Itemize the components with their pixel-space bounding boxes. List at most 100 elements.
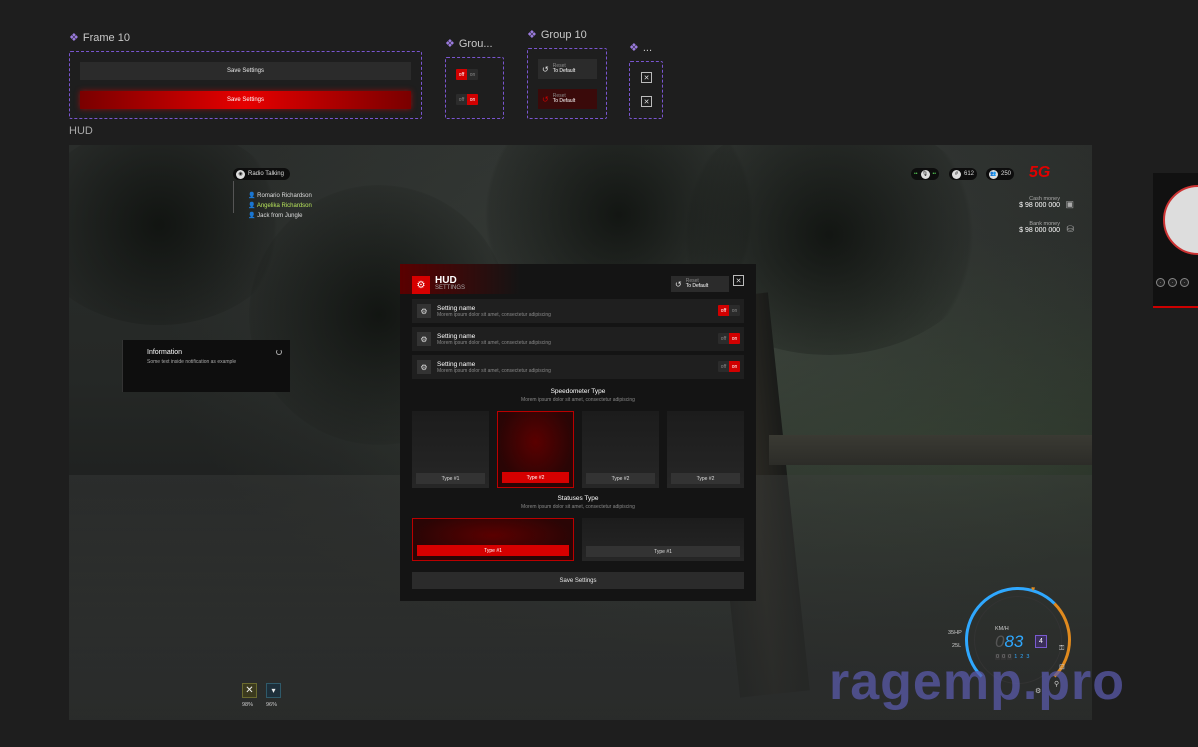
hunger-value: 98% — [242, 702, 254, 708]
toggle-on-label: on — [467, 94, 478, 105]
toggle-off-label: off — [720, 363, 727, 370]
mic-pill: •• 🎙 •• — [911, 168, 940, 180]
toggle-off-label: off — [720, 335, 727, 342]
group10-title-text: Group 10 — [540, 28, 587, 41]
panel-subtitle: SETTINGS — [435, 285, 466, 291]
cash-value: $ 98 000 000 — [1019, 202, 1060, 209]
radio-member-name: Romario Richardson — [257, 193, 312, 199]
setting-row: ⚙ Setting name Morem ipsum dolor sit amet… — [412, 299, 744, 323]
hud-frame-label: HUD — [69, 125, 93, 137]
close-icon[interactable]: ✕ — [641, 72, 652, 83]
setting-name: Setting name — [437, 304, 476, 312]
speedometer-type-card[interactable]: Type #1 — [412, 411, 489, 488]
players-value: 250 — [1001, 171, 1012, 177]
thirst-value: 96% — [266, 702, 278, 708]
gear-icon: ⚙ — [417, 360, 431, 374]
statuses-type-card-selected[interactable]: Type #1 — [412, 518, 574, 561]
close-group-title-text: ... — [642, 41, 653, 54]
speed-readout: 083 — [995, 632, 1023, 652]
component-icon: ❖ — [527, 29, 537, 41]
loading-spinner-icon — [276, 349, 282, 355]
save-settings-button-active[interactable]: Save Settings — [80, 91, 411, 109]
signal-icon: •• — [914, 171, 918, 177]
speedometer-type-card[interactable]: Type #2 — [582, 411, 659, 488]
frame10-title: ❖ Frame 10 — [69, 31, 130, 45]
component-icon: ❖ — [69, 32, 79, 44]
setting-toggle[interactable]: off on — [718, 305, 740, 316]
reset-line2: To Default — [552, 98, 576, 104]
minimap — [1163, 185, 1198, 255]
cup-icon: ▾ — [266, 683, 281, 698]
watermark: ragemp.pro — [829, 653, 1126, 711]
card-label: Type #2 — [671, 473, 740, 484]
mic-icon: 🎙 — [920, 169, 930, 179]
bank-icon: ⛁ — [1066, 224, 1074, 234]
radio-member: 👤 Romario Richardson — [248, 191, 312, 201]
speedometer-type-card[interactable]: Type #2 — [667, 411, 744, 488]
statuses-type-desc: Morem ipsum dolor sit amet, consectetur … — [521, 504, 635, 510]
players-pill: 👥 250 — [986, 168, 1015, 180]
settings-gear-icon: ⚙ — [412, 276, 430, 294]
speedometer-type-card-selected[interactable]: Type #2 — [497, 411, 574, 488]
radio-title: Radio Talking — [248, 171, 284, 177]
toggle-on-label: on — [729, 361, 740, 372]
radio-member: 👤 Jack from Jungle — [248, 211, 312, 221]
id-pill: #612 — [949, 168, 978, 180]
minimap-buttons: · · · — [1156, 278, 1189, 287]
group10-title: ❖ Group 10 — [527, 28, 587, 42]
minimap-button-icon[interactable]: · — [1168, 278, 1177, 287]
panel-save-settings-button[interactable]: Save Settings — [412, 572, 744, 589]
close-icon[interactable]: ✕ — [641, 96, 652, 107]
setting-toggle[interactable]: off on — [718, 361, 740, 372]
user-icon: 👤 — [248, 193, 256, 199]
save-settings-button[interactable]: Save Settings — [80, 62, 411, 80]
reset-default-button[interactable]: ↺ Reset To Default — [538, 59, 597, 79]
setting-toggle[interactable]: off on — [718, 333, 740, 344]
panel-reset-button[interactable]: ↺ Reset To Default — [671, 276, 729, 292]
frame10-title-text: Frame 10 — [82, 31, 130, 44]
card-label: Type #1 — [416, 473, 485, 484]
setting-desc: Morem ipsum dolor sit amet, consectetur … — [437, 367, 551, 374]
toggle-group-title: ❖ Grou... — [445, 37, 493, 51]
minimap-button-icon[interactable]: · — [1156, 278, 1165, 287]
statuses-type-card[interactable]: Type #1 — [582, 518, 744, 561]
reset-icon: ↺ — [675, 279, 682, 289]
minimap-button-icon[interactable]: · — [1180, 278, 1189, 287]
notification: Information Some text inside notificatio… — [122, 340, 290, 392]
component-icon: ❖ — [629, 42, 639, 54]
toggle-on-label: on — [729, 333, 740, 344]
stone-wall — [769, 435, 1092, 465]
radio-pill: ◉ Radio Talking — [233, 168, 290, 180]
wallet-icon: ▣ — [1065, 199, 1074, 209]
panel-close-icon[interactable]: ✕ — [733, 275, 744, 286]
toggle-on[interactable]: off on — [456, 94, 478, 105]
toggle-off[interactable]: off on — [456, 69, 478, 80]
card-label: Type #2 — [586, 473, 655, 484]
setting-name: Setting name — [437, 332, 476, 340]
hud-scene: ◉ Radio Talking 👤 Romario Richardson 👤 A… — [69, 145, 1092, 720]
fork-knife-icon: ✕ — [242, 683, 257, 698]
setting-row: ⚙ Setting name Morem ipsum dolor sit amet… — [412, 355, 744, 379]
reset-icon: ↺ — [542, 64, 549, 74]
hash-icon: # — [952, 169, 961, 179]
reset-line2: To Default — [685, 283, 709, 289]
radio-member-list: 👤 Romario Richardson 👤 Angelika Richards… — [248, 191, 312, 221]
reset-icon: ↺ — [542, 94, 549, 104]
cash-money: Cash money $ 98 000 000 — [1019, 196, 1060, 209]
radio-icon: ◉ — [236, 169, 245, 179]
speed-value: 83 — [1004, 632, 1024, 651]
radio-member-active: 👤 Angelika Richardson — [248, 201, 312, 211]
reset-default-button-hover[interactable]: ↺ Reset To Default — [538, 89, 597, 109]
speedometer-type-desc: Morem ipsum dolor sit amet, consectetur … — [521, 397, 635, 403]
user-icon: 👤 — [248, 203, 256, 209]
toggle-group-box: off on off on — [445, 57, 504, 119]
setting-name: Setting name — [437, 360, 476, 368]
engine-hp: 35HP — [948, 630, 962, 636]
user-icon: 👤 — [248, 213, 256, 219]
radio-member-name: Angelika Richardson — [256, 203, 312, 209]
heart-icon: ♥ — [1031, 586, 1036, 593]
server-logo: 5G — [1029, 164, 1051, 181]
toggle-off-label: off — [718, 305, 729, 316]
toggle-on-label: on — [731, 307, 738, 314]
notification-text: Some text inside notification as example — [147, 359, 237, 365]
